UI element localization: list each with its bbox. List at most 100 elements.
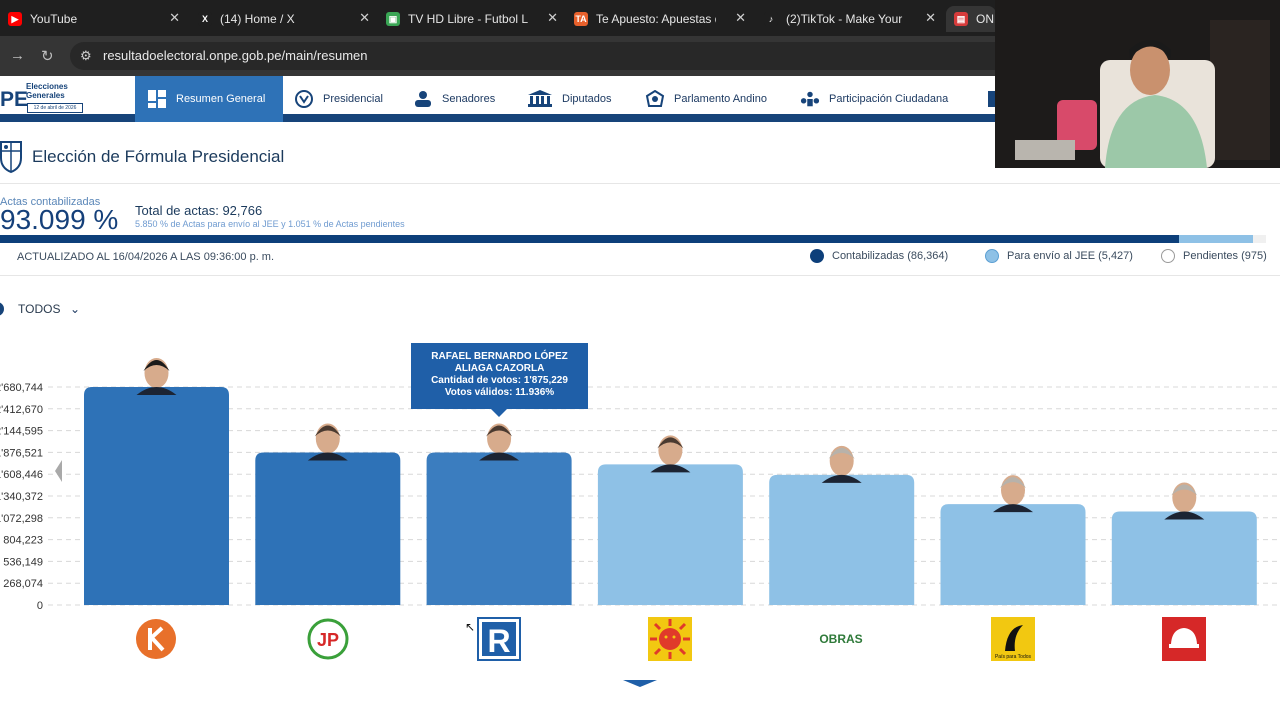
streamer-video-icon [995, 0, 1280, 168]
close-icon[interactable]: ✕ [735, 10, 746, 26]
nav-label: Presidencial [323, 93, 383, 105]
tab-title: YouTube [30, 12, 78, 26]
nav-participacion-ciudadana[interactable]: Participación Ciudadana [800, 76, 948, 122]
nav-diputados[interactable]: Diputados [527, 76, 612, 122]
tooltip-valid: Votos válidos: 11.936% [444, 387, 555, 398]
y-tick-label: 1'876,521 [0, 447, 43, 459]
y-tick-label: 804,223 [3, 535, 43, 547]
onpe-logo[interactable]: PE Elecciones Generales 12 de abril de 20… [0, 76, 135, 122]
browser-tab[interactable]: ♪ (2)TikTok - Make Your Day ✕ [756, 6, 944, 32]
logo-letters: PE [0, 88, 29, 111]
nav-label: Resumen General [176, 93, 266, 105]
fuerza-popular-k-logo-icon[interactable] [134, 617, 178, 661]
helmet-logo-icon[interactable] [1162, 617, 1206, 661]
nav-parlamento-andino[interactable]: Parlamento Andino [645, 76, 767, 122]
tooltip-votes: Cantidad de votos: 1'875,229 [431, 375, 568, 386]
progress-counted [0, 235, 1179, 243]
pais-para-todos-logo-icon[interactable]: País para Todos [991, 617, 1035, 661]
sun-logo-icon[interactable] [648, 617, 692, 661]
tooltip-name-1: RAFAEL BERNARDO LÓPEZ [431, 351, 568, 362]
nav-resumen-general[interactable]: Resumen General [135, 76, 283, 122]
actas-progress-bar [0, 235, 1266, 243]
votes-bar-chart: 0 268,074 536,149 804,223 1'072,298 1'340,372… [0, 358, 1280, 612]
tooltip-name-2: ALIAGA CAZORLA [454, 363, 545, 374]
obras-logo-icon[interactable]: OBRAS [819, 617, 863, 661]
candidate-bar[interactable] [255, 452, 401, 605]
dashboard-icon [147, 90, 167, 108]
browser-tab[interactable]: TA Te Apuesto: Apuestas depo ✕ [566, 6, 754, 32]
tab-favicon-icon: X [198, 12, 212, 26]
svg-text:País para Todos: País para Todos [995, 654, 1032, 660]
tab-title: Te Apuesto: Apuestas depo [596, 12, 716, 26]
browser-tab[interactable]: ▶ YouTube ✕ [0, 6, 188, 32]
tab-favicon-icon: ▤ [954, 12, 968, 26]
chart-scroll-left-icon[interactable] [55, 460, 62, 482]
y-tick-label: 1'608,446 [0, 469, 43, 481]
candidate-bar[interactable] [769, 474, 915, 605]
svg-text:R: R [487, 623, 510, 659]
actas-percentage: 93.099 % [0, 204, 119, 235]
filter-marker [0, 302, 4, 316]
y-tick-label: 0 [37, 600, 43, 612]
mouse-cursor-icon: ↖ [465, 620, 476, 634]
legend-label: Para envío al JEE (5,427) [1007, 250, 1133, 262]
candidate-tooltip: RAFAEL BERNARDO LÓPEZ ALIAGA CAZORLA Can… [411, 343, 588, 417]
close-icon[interactable]: ✕ [547, 10, 558, 26]
legend-dot [985, 249, 999, 263]
y-tick-label: 2'412,670 [0, 404, 43, 416]
svg-text:OBRAS: OBRAS [819, 632, 862, 646]
reload-icon[interactable]: ↻ [41, 47, 54, 65]
tab-title: ONP [976, 12, 996, 26]
andean-parliament-icon [645, 90, 665, 108]
presidential-seal-icon [294, 90, 314, 108]
page-title: Elección de Fórmula Presidencial [32, 147, 285, 166]
y-tick-label: 2'680,744 [0, 382, 43, 394]
browser-tab[interactable]: ▤ ONP [946, 6, 996, 32]
webcam-overlay [995, 0, 1280, 168]
progress-pending [1252, 235, 1266, 243]
logo-title: Elecciones Generales [26, 82, 68, 100]
close-icon[interactable]: ✕ [169, 10, 180, 26]
tab-favicon-icon: ▶ [8, 12, 22, 26]
nav-label: Parlamento Andino [674, 93, 767, 105]
close-icon[interactable]: ✕ [359, 10, 370, 26]
legend-pending: Pendientes (975) [1161, 248, 1267, 264]
legend-jee: Para envío al JEE (5,427) [985, 248, 1133, 264]
legend-counted: Contabilizadas (86,364) [810, 248, 948, 264]
site-info-icon[interactable]: ⚙ [80, 42, 92, 70]
scroll-down-icon[interactable] [623, 680, 657, 687]
legend-dot [1161, 249, 1175, 263]
nav-label: Diputados [562, 93, 612, 105]
forward-arrow-icon[interactable]: → [10, 47, 25, 64]
filter-dropdown[interactable]: TODOS [18, 302, 60, 316]
tab-title: (14) Home / X [220, 12, 295, 26]
tab-title: TV HD Libre - Futbol Libre [408, 12, 528, 26]
actas-summary: Actas contabilizadas 93.099 % Total de a… [0, 184, 1280, 276]
nav-presidencial[interactable]: Presidencial [294, 76, 383, 122]
browser-tab[interactable]: X (14) Home / X ✕ [190, 6, 378, 32]
browser-tab[interactable]: ▣ TV HD Libre - Futbol Libre ✕ [378, 6, 566, 32]
candidate-bar[interactable] [1111, 511, 1257, 605]
progress-jee [1178, 235, 1253, 243]
actas-breakdown: 5.850 % de Actas para envío al JEE y 1.0… [135, 219, 405, 229]
candidate-bar[interactable] [426, 452, 572, 605]
candidate-bar[interactable] [940, 504, 1086, 605]
y-tick-label: 2'144,595 [0, 426, 43, 438]
chevron-down-icon[interactable]: ⌄ [70, 302, 80, 316]
renovacion-popular-r-logo-icon[interactable]: R [477, 617, 521, 661]
candidate-bar[interactable] [84, 387, 229, 605]
tab-favicon-icon: ♪ [764, 12, 778, 26]
total-actas: Total de actas: 92,766 [135, 203, 263, 218]
close-icon[interactable]: ✕ [925, 10, 936, 26]
logo-date: 12 de abril de 2026 [27, 103, 83, 113]
tab-title: (2)TikTok - Make Your Day [786, 12, 906, 26]
y-tick-label: 1'072,298 [0, 513, 43, 525]
nav-senadores[interactable]: Senadores [413, 76, 495, 122]
y-tick-label: 536,149 [3, 556, 43, 568]
coat-of-arms-icon [0, 141, 22, 174]
jp-logo-icon[interactable]: JP [306, 617, 350, 661]
nav-label: Senadores [442, 93, 496, 105]
y-tick-label: 1'340,372 [0, 491, 43, 503]
candidate-bar[interactable] [597, 464, 743, 605]
tab-favicon-icon: ▣ [386, 12, 400, 26]
